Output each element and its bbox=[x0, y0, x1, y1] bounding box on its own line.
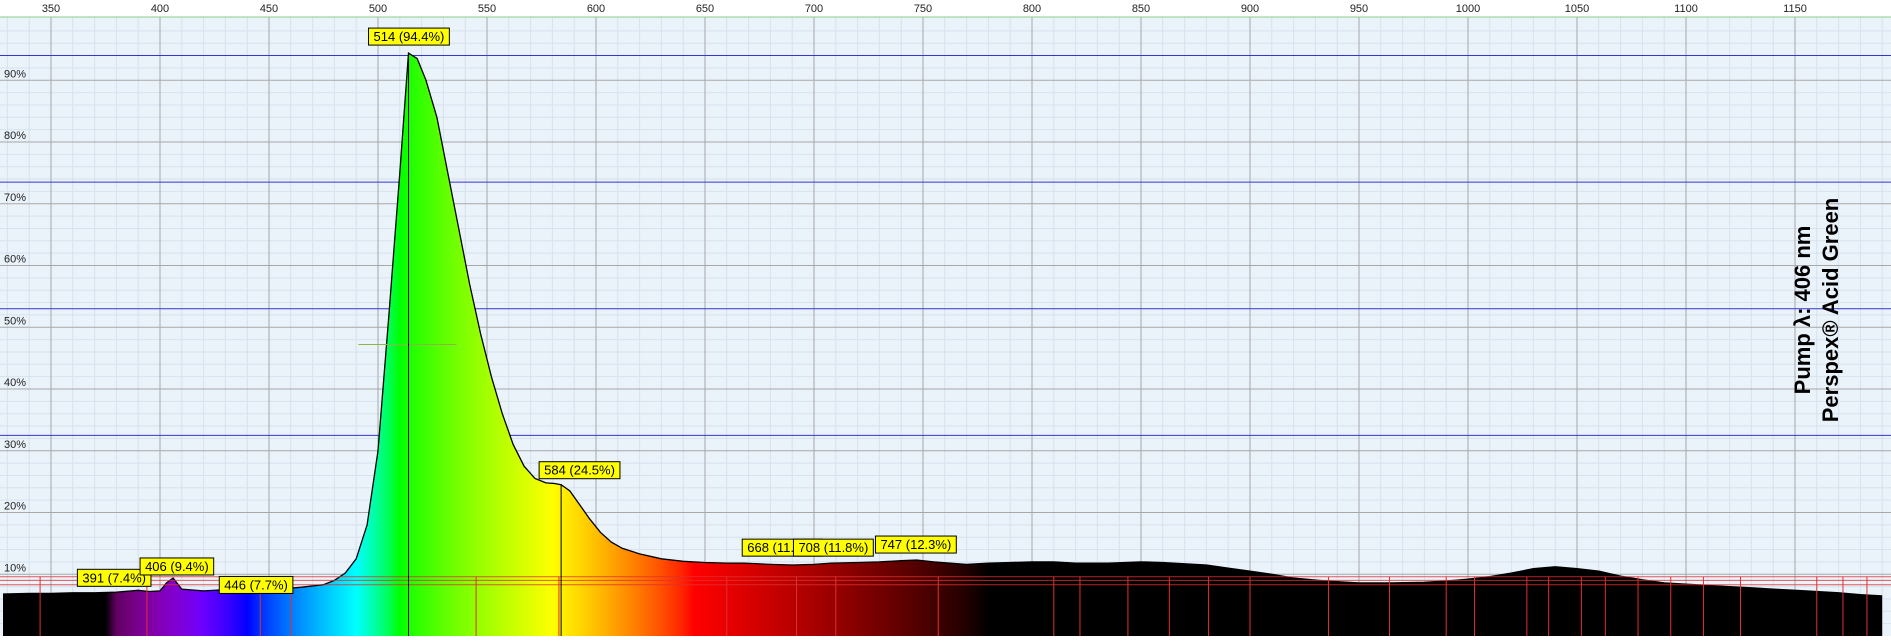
x-tick-label: 850 bbox=[1132, 3, 1150, 15]
y-tick-label: 50% bbox=[4, 315, 26, 327]
peak-label: 446 (7.7%) bbox=[218, 575, 294, 594]
x-tick-label: 400 bbox=[151, 3, 169, 15]
peak-label-text: 708 (11.8%) bbox=[798, 540, 868, 555]
peak-label-text: 514 (94.4%) bbox=[374, 29, 445, 44]
peak-label-text: 446 (7.7%) bbox=[224, 577, 288, 592]
x-tick-label: 650 bbox=[696, 3, 714, 15]
peak-label-text: 747 (12.3%) bbox=[880, 537, 951, 552]
title-line-1: Pump λ: 406 nm bbox=[1790, 226, 1815, 395]
y-tick-label: 20% bbox=[4, 501, 26, 513]
x-tick-label: 700 bbox=[805, 3, 823, 15]
x-tick-label: 450 bbox=[260, 3, 278, 15]
x-tick-label: 500 bbox=[369, 3, 387, 15]
peak-label: 584 (24.5%) bbox=[538, 461, 621, 480]
peak-label: 747 (12.3%) bbox=[874, 535, 957, 554]
y-tick-label: 90% bbox=[4, 68, 26, 80]
y-tick-label: 60% bbox=[4, 254, 26, 266]
x-tick-label: 1150 bbox=[1783, 3, 1807, 15]
x-tick-label: 600 bbox=[587, 3, 605, 15]
peak-label-text: 584 (24.5%) bbox=[544, 463, 615, 478]
x-tick-label: 1100 bbox=[1674, 3, 1698, 15]
x-tick-label: 950 bbox=[1350, 3, 1368, 15]
peak-label-text: 406 (9.4%) bbox=[145, 559, 209, 574]
y-tick-label: 80% bbox=[4, 130, 26, 142]
x-tick-label: 550 bbox=[478, 3, 496, 15]
x-tick-label: 350 bbox=[42, 3, 60, 15]
peak-label-text: 391 (7.4%) bbox=[82, 570, 146, 585]
x-tick-label: 900 bbox=[1241, 3, 1259, 15]
title-line-2: Perspex® Acid Green bbox=[1818, 198, 1843, 423]
y-tick-label: 70% bbox=[4, 192, 26, 204]
y-tick-label: 30% bbox=[4, 439, 26, 451]
y-tick-label: 40% bbox=[4, 377, 26, 389]
spectrum-chart: 350 400 450 500 550 600 650 700 750 800 850 900 950 1… bbox=[0, 0, 1891, 636]
y-tick-label: 10% bbox=[4, 562, 26, 574]
x-tick-label: 800 bbox=[1023, 3, 1041, 15]
x-tick-label: 750 bbox=[914, 3, 932, 15]
spectrum-svg: 350 400 450 500 550 600 650 700 750 800 850 900 950 1… bbox=[0, 3, 1891, 636]
x-tick-label: 1050 bbox=[1565, 3, 1589, 15]
x-tick-label: 1000 bbox=[1456, 3, 1480, 15]
peak-label: 708 (11.8%) bbox=[792, 538, 874, 557]
peak-label: 406 (9.4%) bbox=[139, 557, 215, 576]
peak-label: 514 (94.4%) bbox=[368, 27, 450, 46]
